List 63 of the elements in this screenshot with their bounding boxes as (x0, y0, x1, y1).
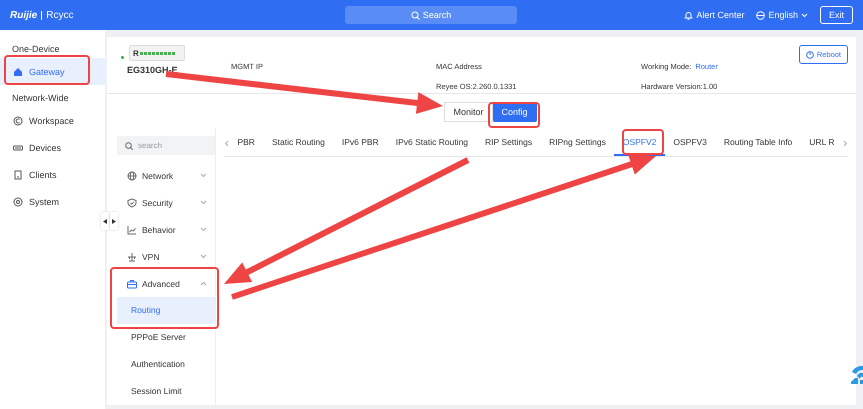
chevron-down-icon (200, 254, 207, 259)
submenu-item[interactable]: PPPoE Server (117, 324, 215, 351)
submenu-item[interactable]: Routing (117, 297, 215, 324)
bell-icon (684, 10, 694, 20)
chevron-up-icon (200, 281, 207, 286)
home-icon (13, 66, 23, 76)
network-icon (127, 252, 137, 262)
chevron-right-icon (843, 140, 848, 146)
gear-icon (13, 196, 23, 206)
tab[interactable]: RIP Settings (476, 130, 541, 156)
sidebar-item[interactable]: Clients (0, 161, 105, 188)
exit-button[interactable]: Exit (820, 6, 853, 24)
product-name: Rcycc (46, 10, 74, 20)
c-circle-icon (13, 116, 23, 126)
tab[interactable]: Routing Table Info (715, 130, 801, 156)
wifi-icon (851, 366, 863, 384)
language-selector[interactable]: English (756, 10, 808, 20)
shield-icon (127, 198, 137, 208)
device-model: EG310GH-E (127, 65, 179, 75)
sidebar-item[interactable]: Devices (0, 134, 105, 161)
globe-icon (756, 10, 766, 20)
globe-icon (127, 170, 137, 180)
menu-item[interactable]: Advanced (123, 270, 215, 297)
tab[interactable]: IPv6 PBR (333, 130, 388, 156)
power-icon (806, 50, 814, 58)
chevron-down-icon (200, 200, 207, 205)
search-icon (125, 142, 133, 150)
device-label: R (133, 48, 139, 58)
sidebar-item[interactable]: Gateway (0, 58, 105, 85)
submenu-item[interactable]: Authentication (117, 351, 215, 378)
alert-center-link[interactable]: Alert Center (684, 10, 744, 20)
brand-logo: Ruijie (10, 10, 38, 20)
collapse-handle[interactable] (101, 212, 109, 230)
logo-divider (41, 10, 42, 20)
tab[interactable]: RIPng Settings (540, 130, 614, 156)
section-title: Network-Wide (11, 92, 70, 105)
menu-item[interactable]: Security (123, 189, 215, 216)
chevron-down-icon (200, 227, 207, 232)
section-title: One-Device (11, 43, 61, 56)
chevron-down-icon (800, 12, 808, 18)
devices-icon (13, 142, 23, 152)
tab[interactable]: OSPFV3 (664, 130, 716, 156)
menu-item[interactable]: VPN (123, 243, 215, 270)
chart-icon (127, 224, 137, 234)
tab[interactable]: IPv6 Static Routing (387, 130, 477, 156)
search-icon (410, 10, 420, 20)
menu-item[interactable]: Behavior (123, 216, 215, 243)
highlight-frame (622, 129, 664, 155)
sidebar-item[interactable]: System (0, 188, 105, 215)
caret-right-icon (112, 218, 116, 224)
submenu-item[interactable]: Session Limit (117, 378, 215, 405)
mode-tab[interactable]: Monitor (444, 102, 492, 122)
highlight-frame (488, 102, 540, 128)
tab[interactable]: PBR (228, 130, 264, 156)
tab[interactable]: URL R (800, 130, 843, 156)
tab[interactable]: Static Routing (263, 130, 334, 156)
expand-handle[interactable] (110, 212, 118, 230)
phone-icon (13, 170, 23, 180)
menu-item[interactable]: Network (123, 162, 215, 189)
sidebar-item[interactable]: Workspace (0, 107, 105, 134)
toolbox-icon (127, 278, 137, 288)
chevron-left-icon (224, 140, 229, 146)
chevron-down-icon (200, 173, 207, 178)
